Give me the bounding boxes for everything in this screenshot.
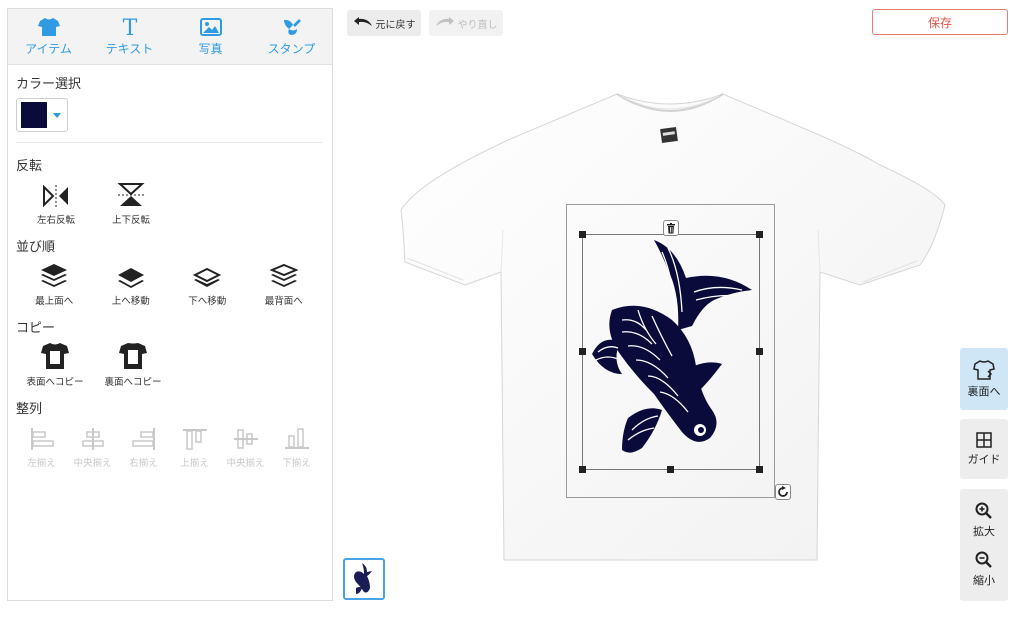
zoom-out-icon bbox=[975, 551, 993, 569]
selection-box[interactable] bbox=[582, 234, 760, 470]
tshirt-back-icon bbox=[973, 359, 995, 380]
color-section-title: カラー選択 bbox=[16, 77, 82, 92]
flip-vertical-icon bbox=[117, 180, 145, 208]
align-right-icon bbox=[131, 423, 157, 451]
guide-button[interactable]: ガイド bbox=[960, 419, 1008, 479]
design-canvas bbox=[335, 40, 955, 618]
rotate-icon[interactable] bbox=[775, 484, 791, 500]
undo-icon bbox=[353, 16, 373, 31]
bring-forward-icon bbox=[116, 261, 146, 289]
send-backward-icon bbox=[192, 261, 222, 289]
chevron-down-icon bbox=[53, 112, 61, 118]
order-section-title: 並び順 bbox=[16, 240, 56, 255]
align-section-title: 整列 bbox=[16, 402, 43, 417]
align-middle-vertical-icon bbox=[233, 423, 259, 451]
align-bottom-icon bbox=[284, 423, 310, 451]
resize-handle-left[interactable] bbox=[579, 348, 586, 355]
copy-section-title: コピー bbox=[16, 321, 56, 336]
trash-icon[interactable] bbox=[663, 220, 679, 236]
svg-text:T: T bbox=[122, 17, 137, 37]
category-tabs: アイテム T テキスト 写真 スタンプ bbox=[8, 9, 332, 65]
color-picker[interactable] bbox=[16, 98, 68, 132]
resize-handle-top-left[interactable] bbox=[579, 231, 586, 238]
copy-to-back-icon bbox=[118, 342, 148, 370]
align-center-horizontal-button[interactable]: 中央揃え bbox=[67, 423, 118, 469]
redo-button[interactable]: やり直し bbox=[429, 10, 503, 36]
send-to-back-button[interactable]: 最背面へ bbox=[246, 261, 323, 307]
design-thumbnail[interactable] bbox=[343, 558, 385, 600]
koi-thumbnail-image bbox=[354, 563, 372, 594]
send-backward-button[interactable]: 下へ移動 bbox=[169, 261, 246, 307]
tshirt-icon bbox=[37, 16, 60, 38]
tab-text[interactable]: T テキスト bbox=[89, 9, 170, 64]
align-top-button[interactable]: 上揃え bbox=[169, 423, 220, 469]
copy-to-back-button[interactable]: 裏面へコピー bbox=[94, 342, 172, 388]
tab-photo[interactable]: 写真 bbox=[170, 9, 251, 64]
bring-to-front-icon bbox=[39, 261, 69, 289]
save-button[interactable]: 保存 bbox=[872, 9, 1008, 35]
copy-to-front-button[interactable]: 表面へコピー bbox=[16, 342, 94, 388]
align-bottom-button[interactable]: 下揃え bbox=[271, 423, 322, 469]
flip-horizontal-icon bbox=[41, 180, 71, 208]
resize-handle-right[interactable] bbox=[756, 348, 763, 355]
align-left-button[interactable]: 左揃え bbox=[16, 423, 67, 469]
align-center-horizontal-icon bbox=[80, 423, 106, 451]
zoom-controls: 拡大 縮小 bbox=[960, 489, 1008, 601]
tab-item[interactable]: アイテム bbox=[8, 9, 89, 64]
flip-section-title: 反転 bbox=[16, 159, 43, 174]
resize-handle-bottom[interactable] bbox=[667, 466, 674, 473]
photo-icon bbox=[199, 16, 222, 38]
edit-panel: アイテム T テキスト 写真 スタンプ カラー選択 反転 左右反転 上下反転 並… bbox=[7, 8, 333, 601]
bring-forward-button[interactable]: 上へ移動 bbox=[93, 261, 170, 307]
stamp-icon bbox=[281, 16, 303, 38]
grid-icon bbox=[976, 431, 992, 448]
text-icon: T bbox=[120, 16, 140, 38]
flip-vertical-button[interactable]: 上下反転 bbox=[92, 180, 170, 226]
zoom-in-icon bbox=[975, 502, 993, 520]
align-top-icon bbox=[182, 423, 208, 451]
resize-handle-bottom-left[interactable] bbox=[579, 466, 586, 473]
align-right-button[interactable]: 右揃え bbox=[118, 423, 169, 469]
undo-button[interactable]: 元に戻す bbox=[347, 10, 421, 36]
resize-handle-bottom-right[interactable] bbox=[756, 466, 763, 473]
align-middle-vertical-button[interactable]: 中央揃え bbox=[220, 423, 271, 469]
tab-stamp[interactable]: スタンプ bbox=[251, 9, 332, 64]
send-to-back-icon bbox=[269, 261, 299, 289]
redo-icon bbox=[435, 16, 455, 31]
show-back-button[interactable]: 裏面へ bbox=[960, 348, 1008, 410]
flip-horizontal-button[interactable]: 左右反転 bbox=[20, 180, 92, 226]
zoom-out-button[interactable]: 縮小 bbox=[973, 551, 995, 588]
zoom-in-button[interactable]: 拡大 bbox=[973, 502, 995, 539]
bring-to-front-button[interactable]: 最上面へ bbox=[16, 261, 93, 307]
color-swatch bbox=[21, 102, 47, 128]
align-left-icon bbox=[29, 423, 55, 451]
copy-to-front-icon bbox=[40, 342, 70, 370]
divider bbox=[16, 142, 322, 143]
resize-handle-top-right[interactable] bbox=[756, 231, 763, 238]
